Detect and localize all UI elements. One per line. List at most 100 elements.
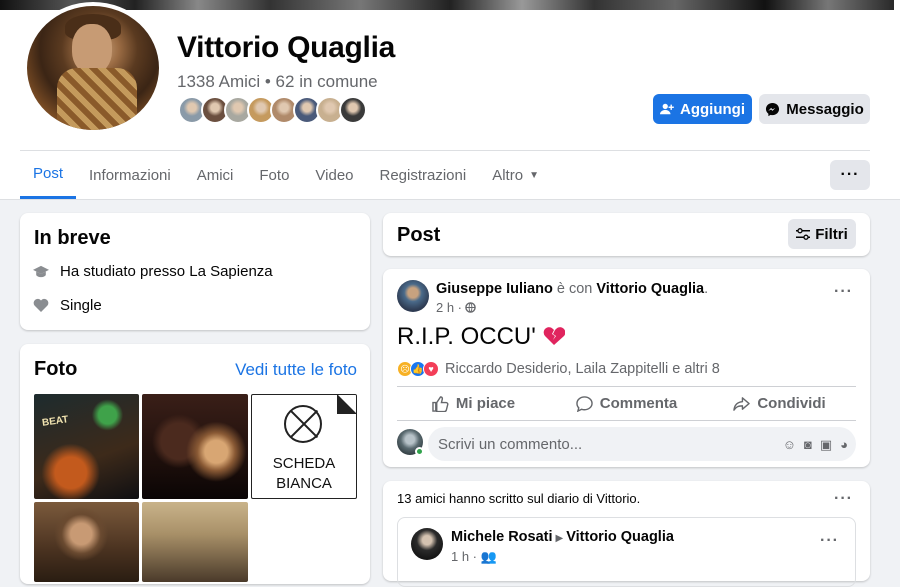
post-timestamp[interactable]: 2 h · — [436, 300, 476, 315]
author-avatar[interactable] — [397, 280, 429, 312]
photo-sign-text: BEAT — [41, 414, 70, 429]
tab-label: Registrazioni — [379, 166, 467, 184]
intro-education-text: Ha studiato presso La Sapienza — [60, 263, 273, 280]
friends-count[interactable]: 1338 Amici • 62 in comune — [177, 72, 378, 92]
post-text: R.I.P. OCCU' — [397, 323, 565, 351]
comment-icon — [575, 395, 593, 412]
caret-down-icon: ▼ — [529, 169, 539, 181]
more-options-button[interactable]: ··· — [830, 160, 870, 190]
photo-text-line: BIANCA — [276, 475, 332, 492]
heart-icon — [33, 298, 49, 314]
divider — [397, 420, 856, 421]
like-button[interactable]: Mi piace — [397, 387, 550, 420]
tab-label: Foto — [259, 166, 290, 184]
mutual-friends-avatars[interactable] — [178, 96, 367, 124]
comment-tools: ☺ ◙ ▣ ◕ — [783, 437, 848, 453]
cover-photo[interactable] — [0, 0, 900, 10]
filters-button[interactable]: Filtri — [788, 219, 856, 249]
tab-post[interactable]: Post — [20, 151, 77, 199]
photos-title: Foto — [34, 358, 78, 380]
tab-video[interactable]: Video — [302, 151, 366, 199]
wall-time-text: 1 h · — [451, 549, 478, 564]
tab-registrazioni[interactable]: Registrazioni — [367, 151, 480, 199]
love-reaction-icon: ♥ — [423, 361, 439, 377]
gif-icon[interactable]: ▣ — [820, 437, 832, 453]
add-user-icon — [660, 103, 674, 115]
share-label: Condividi — [757, 395, 826, 412]
post-actions: Mi piace Commenta Condividi — [397, 387, 856, 420]
globe-icon — [465, 302, 476, 313]
mutual-friend-avatar[interactable] — [339, 96, 367, 124]
friends-audience-icon: 👥 — [480, 549, 497, 564]
online-status-icon — [415, 447, 424, 456]
post-options-icon[interactable]: ··· — [834, 283, 853, 301]
wall-post: Michele Rosati ▶ Vittorio Quaglia 1 h · 👥 … — [397, 517, 856, 587]
message-button[interactable]: Messaggio — [759, 94, 870, 124]
wall-post-options-icon[interactable]: ··· — [820, 532, 839, 550]
avatar-face — [72, 24, 112, 74]
photo-thumbnail[interactable]: SCHEDA BIANCA — [251, 394, 357, 499]
profile-tabs: Post Informazioni Amici Foto Video Regis… — [20, 151, 552, 199]
tab-foto[interactable]: Foto — [246, 151, 302, 199]
photo-thumbnail[interactable] — [142, 394, 248, 499]
wall-posts-card: 13 amici hanno scritto sul diario di Vit… — [383, 481, 870, 587]
message-label: Messaggio — [786, 100, 864, 118]
tab-label: Informazioni — [89, 166, 171, 184]
post-card: Giuseppe Iuliano è con Vittorio Quaglia.… — [383, 269, 870, 467]
period-text: . — [704, 281, 709, 297]
share-button[interactable]: Condividi — [703, 387, 856, 420]
tab-label: Post — [33, 165, 64, 182]
messenger-icon — [766, 102, 780, 116]
arrow-right-icon: ▶ — [555, 533, 564, 544]
wall-target-name[interactable]: Vittorio Quaglia — [566, 529, 674, 545]
see-all-photos-link[interactable]: Vedi tutte le foto — [235, 360, 357, 380]
post-time-text: 2 h · — [436, 300, 463, 315]
wall-author-line: Michele Rosati ▶ Vittorio Quaglia — [451, 529, 674, 545]
profile-name: Vittorio Quaglia — [177, 31, 396, 64]
filters-label: Filtri — [815, 225, 848, 243]
thumbs-up-icon — [432, 395, 449, 412]
with-text: è con — [556, 281, 593, 297]
comment-placeholder: Scrivi un commento... — [438, 436, 583, 453]
post-text-content: R.I.P. OCCU' — [397, 323, 536, 350]
ballot-cross-icon — [284, 405, 322, 443]
add-friend-button[interactable]: Aggiungi — [653, 94, 752, 124]
reactions-summary[interactable]: ☹ 👍 ♥ Riccardo Desiderio, Laila Zappitel… — [397, 361, 720, 377]
tab-label: Amici — [196, 166, 234, 184]
intro-item-relationship: Single — [33, 297, 102, 314]
camera-icon[interactable]: ◙ — [804, 437, 812, 453]
sticker-icon[interactable]: ◕ — [840, 437, 848, 453]
photos-card: Foto Vedi tutte le foto BEAT SCHEDA BIAN… — [20, 344, 370, 584]
photo-thumbnail[interactable]: BEAT — [34, 394, 139, 499]
tab-amici[interactable]: Amici — [184, 151, 247, 199]
reactions-names: Riccardo Desiderio, Laila Zappitelli e a… — [445, 361, 720, 377]
post-author-name[interactable]: Giuseppe Iuliano — [436, 281, 553, 297]
emoji-icon[interactable]: ☺ — [783, 437, 796, 453]
comment-input[interactable]: Scrivi un commento... ☺ ◙ ▣ ◕ — [428, 427, 856, 461]
photo-text-line: SCHEDA — [272, 455, 336, 472]
posts-header-card: Post Filtri — [383, 213, 870, 256]
intro-card: In breve Ha studiato presso La Sapienza … — [20, 213, 370, 330]
sliders-icon — [796, 228, 811, 240]
intro-item-education: Ha studiato presso La Sapienza — [33, 263, 273, 280]
wall-author-avatar[interactable] — [411, 528, 443, 560]
comment-button[interactable]: Commenta — [550, 387, 703, 420]
wall-options-icon[interactable]: ··· — [834, 490, 853, 508]
tagged-person-name[interactable]: Vittorio Quaglia — [596, 281, 704, 297]
post-author-line: Giuseppe Iuliano è con Vittorio Quaglia. — [436, 281, 708, 297]
comment-label: Commenta — [599, 395, 678, 412]
photo-thumbnail[interactable] — [142, 502, 248, 582]
profile-avatar[interactable] — [23, 2, 163, 134]
broken-heart-icon — [543, 327, 565, 345]
like-label: Mi piace — [455, 395, 516, 412]
graduation-cap-icon — [33, 264, 49, 280]
avatar-scarf — [57, 68, 137, 130]
posts-title: Post — [397, 224, 441, 246]
tab-informazioni[interactable]: Informazioni — [76, 151, 184, 199]
tab-altro[interactable]: Altro ▼ — [479, 151, 552, 199]
tab-label: Video — [315, 166, 354, 184]
intro-relationship-text: Single — [60, 297, 102, 314]
wall-summary: 13 amici hanno scritto sul diario di Vit… — [397, 491, 641, 506]
wall-author-name[interactable]: Michele Rosati — [451, 529, 553, 545]
photo-thumbnail[interactable] — [34, 502, 139, 582]
